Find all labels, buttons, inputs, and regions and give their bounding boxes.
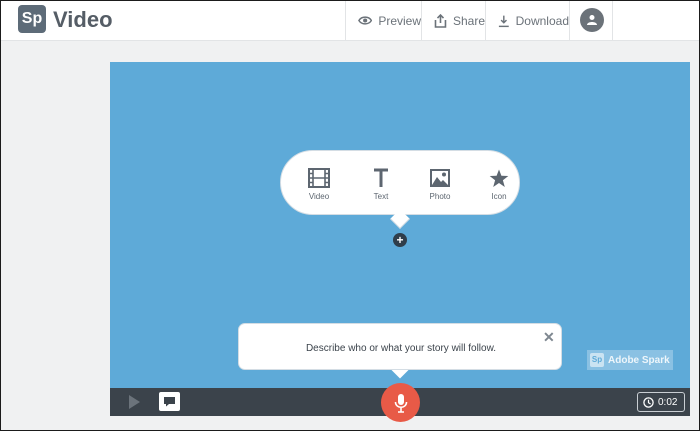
tool-text[interactable]: Text	[356, 167, 406, 201]
tool-photo-label: Photo	[429, 192, 451, 201]
tool-video-label: Video	[308, 192, 330, 201]
watermark-text: Adobe Spark	[608, 354, 670, 366]
share-label: Share	[452, 13, 485, 28]
watermark-logo: Sp	[590, 353, 604, 367]
tool-video[interactable]: Video	[294, 167, 344, 201]
download-icon	[498, 15, 509, 27]
record-button[interactable]	[381, 383, 420, 422]
add-content-button[interactable]: +	[393, 233, 407, 247]
preview-button[interactable]: Preview	[345, 0, 421, 41]
photo-icon	[430, 169, 450, 187]
story-prompt: Describe who or what your story will fol…	[238, 323, 562, 370]
share-icon	[434, 13, 447, 28]
duration-text: 0:02	[658, 396, 678, 408]
duration-indicator[interactable]: 0:02	[637, 392, 685, 412]
user-icon	[587, 15, 597, 25]
tool-photo[interactable]: Photo	[415, 167, 465, 201]
prompt-text: Describe who or what your story will fol…	[305, 343, 497, 354]
download-button[interactable]: Download	[485, 0, 569, 41]
caption-button[interactable]	[159, 392, 180, 411]
share-button[interactable]: Share	[421, 0, 485, 41]
text-icon	[374, 168, 388, 187]
clock-icon	[643, 396, 654, 408]
microphone-icon	[394, 393, 407, 413]
play-icon[interactable]	[129, 395, 140, 409]
tool-text-label: Text	[373, 192, 389, 201]
tool-icon-label: Icon	[491, 192, 507, 201]
tool-icon[interactable]: Icon	[474, 167, 524, 201]
preview-label: Preview	[378, 13, 421, 28]
eye-icon	[358, 16, 373, 25]
star-icon	[489, 169, 509, 187]
spark-logo[interactable]: Sp	[18, 5, 46, 33]
adobe-spark-watermark: Sp Adobe Spark	[587, 350, 673, 370]
app-title: Video	[53, 7, 113, 32]
film-icon	[308, 168, 330, 188]
app-header: Sp Video Preview Share Download	[0, 0, 700, 41]
download-label: Download	[515, 13, 569, 28]
account-avatar[interactable]	[580, 8, 604, 32]
close-icon[interactable]: ✕	[543, 330, 555, 344]
add-content-menu: Video Text Photo Icon	[280, 150, 520, 215]
speech-bubble-icon	[164, 397, 175, 407]
